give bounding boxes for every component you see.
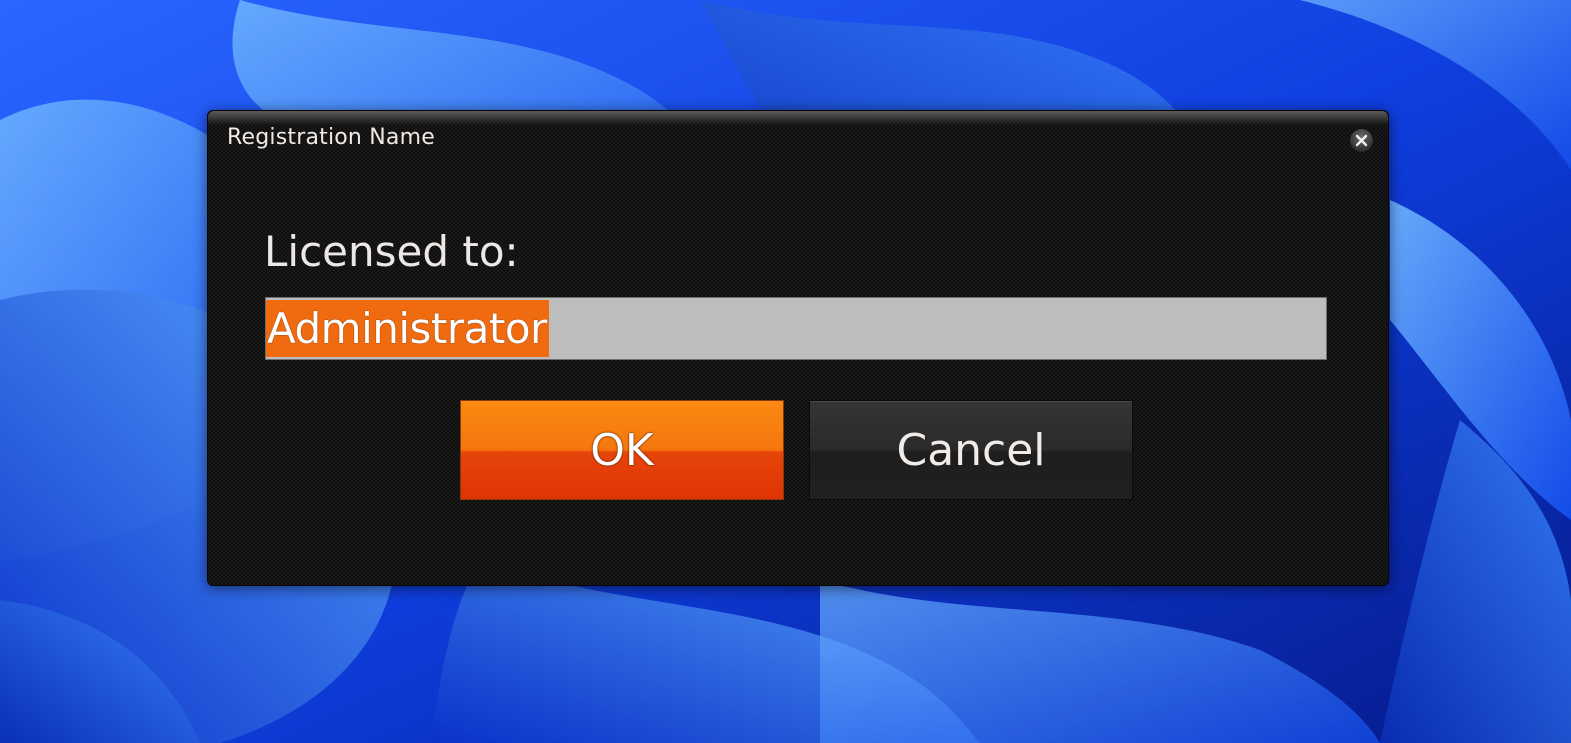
registration-dialog: Registration Name Licensed to: Administr… [207,110,1389,586]
ok-button[interactable]: OK [460,400,784,500]
close-button[interactable] [1349,128,1374,153]
licensed-to-label: Licensed to: [264,227,519,276]
selected-input-text[interactable]: Administrator [266,300,549,357]
close-icon [1355,134,1368,147]
cancel-button[interactable]: Cancel [809,400,1133,500]
dialog-title: Registration Name [227,125,435,150]
licensee-name-input[interactable]: Administrator [265,297,1327,360]
titlebar[interactable] [208,111,1388,125]
